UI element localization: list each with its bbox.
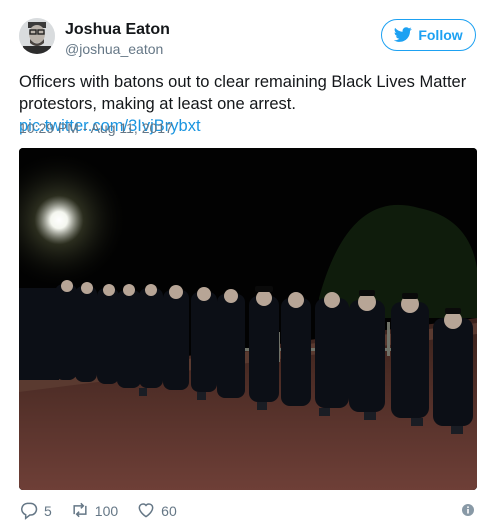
reply-button[interactable]: 5	[19, 500, 52, 523]
heart-icon	[136, 500, 156, 523]
retweet-count: 100	[94, 503, 119, 519]
author-name[interactable]: Joshua Eaton	[65, 21, 170, 39]
follow-label: Follow	[418, 27, 463, 43]
reply-icon	[19, 500, 39, 523]
twitter-bird-icon	[394, 25, 413, 46]
avatar[interactable]	[19, 18, 55, 54]
tweet-text: Officers with batons out to clear remain…	[19, 73, 467, 113]
tweet-card: Joshua Eaton @joshua_eaton Follow Office…	[0, 0, 494, 528]
tweet-photo[interactable]	[19, 148, 477, 490]
follow-button[interactable]: Follow	[381, 19, 476, 51]
tweet-timestamp[interactable]: 10:29 PM - Aug 11, 2017	[19, 120, 173, 136]
author-handle[interactable]: @joshua_eaton	[65, 41, 163, 57]
info-icon[interactable]	[461, 503, 475, 517]
tweet-actions: 5 100 60	[19, 500, 195, 522]
reply-count: 5	[44, 503, 52, 519]
like-button[interactable]: 60	[136, 500, 177, 523]
like-count: 60	[161, 503, 177, 519]
retweet-icon	[70, 500, 90, 523]
retweet-button[interactable]: 100	[70, 500, 118, 523]
